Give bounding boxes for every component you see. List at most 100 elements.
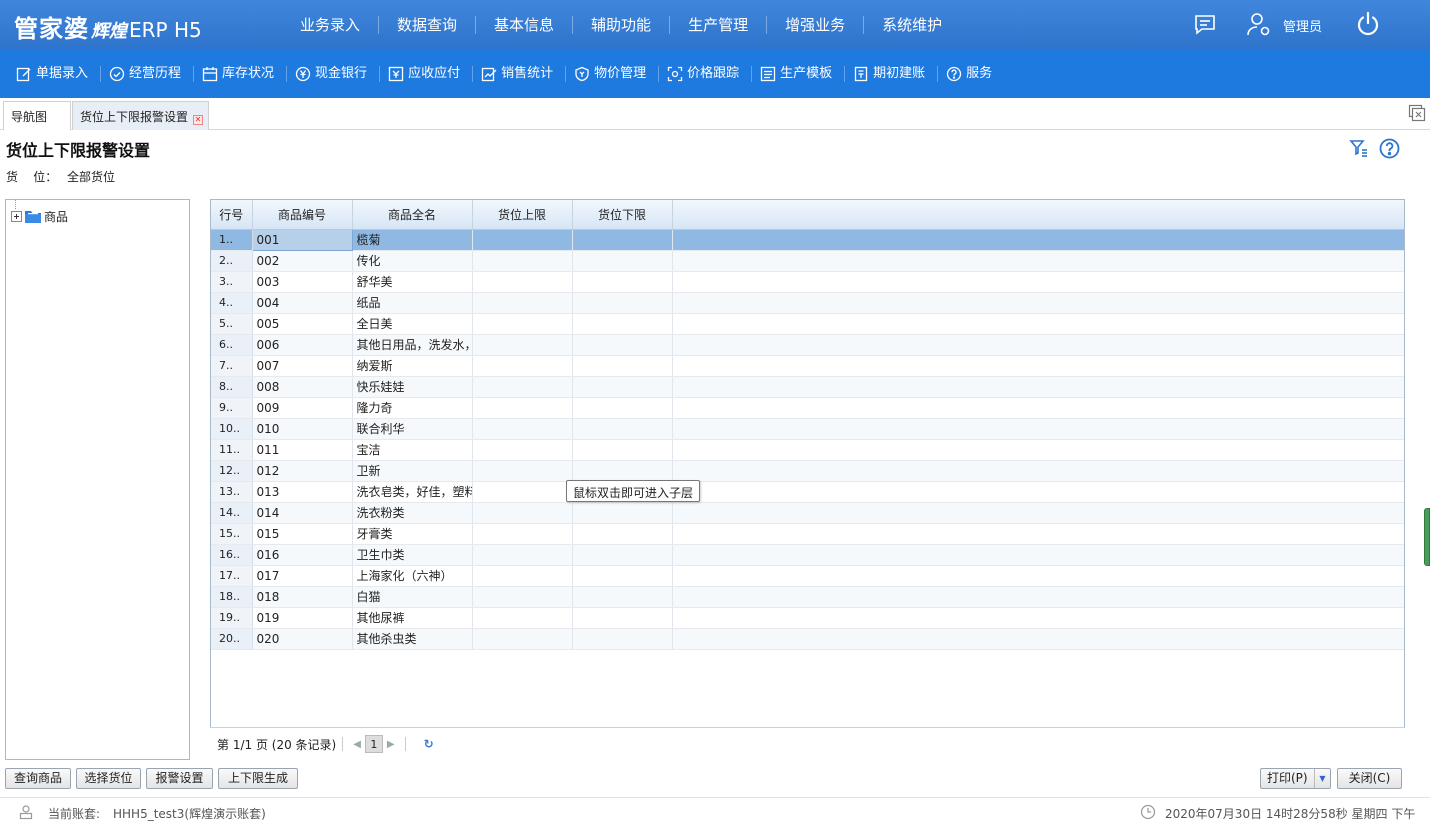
upper-limit-cell[interactable] [472,250,573,272]
current-page[interactable]: 1 [364,735,383,753]
upper-limit-cell[interactable] [472,313,573,335]
tree-node-goods[interactable]: 商品 [11,208,68,225]
generate-limits-button[interactable]: 上下限生成 [218,768,298,789]
table-row[interactable]: 10.. 010 联合利华 [211,418,1404,440]
tab-navigation-map[interactable]: 导航图 [3,101,71,130]
lower-limit-cell[interactable] [572,523,673,545]
lower-limit-cell[interactable] [572,439,673,461]
power-icon[interactable] [1355,11,1381,37]
upper-limit-cell[interactable] [472,502,573,524]
toolbar-cash-bank[interactable]: 现金银行 [287,65,381,82]
lower-limit-cell[interactable] [572,313,673,335]
user-name[interactable]: 管理员 [1283,16,1322,35]
table-row[interactable]: 13.. 013 洗衣皂类，好佳，塑料 [211,481,1404,503]
next-page-icon[interactable]: ▶ [387,739,395,750]
lower-limit-cell[interactable] [572,334,673,356]
table-row[interactable]: 14.. 014 洗衣粉类 [211,502,1404,524]
table-row[interactable]: 4.. 004 纸品 [211,292,1404,314]
upper-limit-cell[interactable] [472,334,573,356]
table-row[interactable]: 7.. 007 纳爱斯 [211,355,1404,377]
column-header-code[interactable]: 商品编号 [252,200,353,230]
upper-limit-cell[interactable] [472,271,573,293]
lower-limit-cell[interactable] [572,586,673,608]
table-row[interactable]: 1.. 001 榄菊 [211,228,1404,251]
column-header-lower[interactable]: 货位下限 [572,200,673,230]
toolbar-voucher-entry[interactable]: 单据录入 [8,65,102,82]
menu-data-query[interactable]: 数据查询 [379,15,477,34]
lower-limit-cell[interactable] [572,271,673,293]
toolbar-opening-account[interactable]: 期初建账 [845,65,939,82]
table-row[interactable]: 6.. 006 其他日用品，洗发水， [211,334,1404,356]
upper-limit-cell[interactable] [472,586,573,608]
column-header-upper[interactable]: 货位上限 [472,200,573,230]
side-panel-handle[interactable] [1424,508,1430,566]
table-row[interactable]: 16.. 016 卫生巾类 [211,544,1404,566]
lower-limit-cell[interactable] [572,397,673,419]
prev-page-icon[interactable]: ◀ [353,739,361,750]
lower-limit-cell[interactable] [572,355,673,377]
menu-aux-functions[interactable]: 辅助功能 [573,15,671,34]
toolbar-production-template[interactable]: 生产模板 [752,65,846,82]
table-row[interactable]: 2.. 002 传化 [211,250,1404,272]
refresh-icon[interactable]: ↻ [424,737,434,751]
column-header-name[interactable]: 商品全名 [352,200,473,230]
upper-limit-cell[interactable] [472,607,573,629]
choose-location-button[interactable]: 选择货位 [76,768,141,789]
table-row[interactable]: 15.. 015 牙膏类 [211,523,1404,545]
upper-limit-cell[interactable] [472,481,573,503]
toolbar-stock-status[interactable]: 库存状况 [194,65,288,82]
table-row[interactable]: 5.. 005 全日美 [211,313,1404,335]
upper-limit-cell[interactable] [472,229,573,251]
lower-limit-cell[interactable] [572,292,673,314]
table-row[interactable]: 11.. 011 宝洁 [211,439,1404,461]
help-icon[interactable] [1379,138,1400,159]
tab-close-icon[interactable]: ✕ [193,115,204,125]
lower-limit-cell[interactable] [572,229,673,251]
upper-limit-cell[interactable] [472,565,573,587]
toolbar-history[interactable]: 经营历程 [101,65,195,82]
lower-limit-cell[interactable] [572,565,673,587]
upper-limit-cell[interactable] [472,628,573,650]
table-row[interactable]: 18.. 018 白猫 [211,586,1404,608]
menu-basic-info[interactable]: 基本信息 [476,15,574,34]
lower-limit-cell[interactable] [572,418,673,440]
menu-enhanced[interactable]: 增强业务 [767,15,865,34]
menu-system[interactable]: 系统维护 [864,16,960,34]
lower-limit-cell[interactable] [572,544,673,566]
upper-limit-cell[interactable] [472,418,573,440]
upper-limit-cell[interactable] [472,460,573,482]
lower-limit-cell[interactable] [572,502,673,524]
message-icon[interactable] [1193,12,1217,36]
lower-limit-cell[interactable] [572,607,673,629]
table-row[interactable]: 20.. 020 其他杀虫类 [211,628,1404,650]
menu-production[interactable]: 生产管理 [670,15,768,34]
toolbar-service[interactable]: 服务 [938,66,1004,82]
upper-limit-cell[interactable] [472,397,573,419]
upper-limit-cell[interactable] [472,292,573,314]
table-row[interactable]: 9.. 009 隆力奇 [211,397,1404,419]
dropdown-arrow-icon[interactable]: ▼ [1314,769,1330,788]
lower-limit-cell[interactable] [572,460,673,482]
expand-icon[interactable] [11,211,22,222]
column-header-row-no[interactable]: 行号 [211,200,253,230]
upper-limit-cell[interactable] [472,523,573,545]
filter-icon[interactable] [1349,138,1369,158]
table-row[interactable]: 17.. 017 上海家化（六神） [211,565,1404,587]
upper-limit-cell[interactable] [472,544,573,566]
lower-limit-cell[interactable] [572,250,673,272]
upper-limit-cell[interactable] [472,376,573,398]
tab-location-alarm-settings[interactable]: 货位上下限报警设置 ✕ [72,101,209,130]
query-goods-button[interactable]: 查询商品 [5,768,71,789]
toolbar-receivable-payable[interactable]: 应收应付 [380,65,474,82]
close-button[interactable]: 关闭(C) [1337,768,1402,789]
menu-business-entry[interactable]: 业务录入 [282,15,380,34]
close-all-tabs-icon[interactable] [1408,104,1426,122]
lower-limit-cell[interactable] [572,376,673,398]
alarm-settings-button[interactable]: 报警设置 [146,768,213,789]
toolbar-price-management[interactable]: 物价管理 [566,65,660,82]
upper-limit-cell[interactable] [472,439,573,461]
table-row[interactable]: 12.. 012 卫新 [211,460,1404,482]
table-row[interactable]: 3.. 003 舒华美 [211,271,1404,293]
print-button[interactable]: 打印(P) ▼ [1260,768,1331,789]
lower-limit-cell[interactable] [572,628,673,650]
